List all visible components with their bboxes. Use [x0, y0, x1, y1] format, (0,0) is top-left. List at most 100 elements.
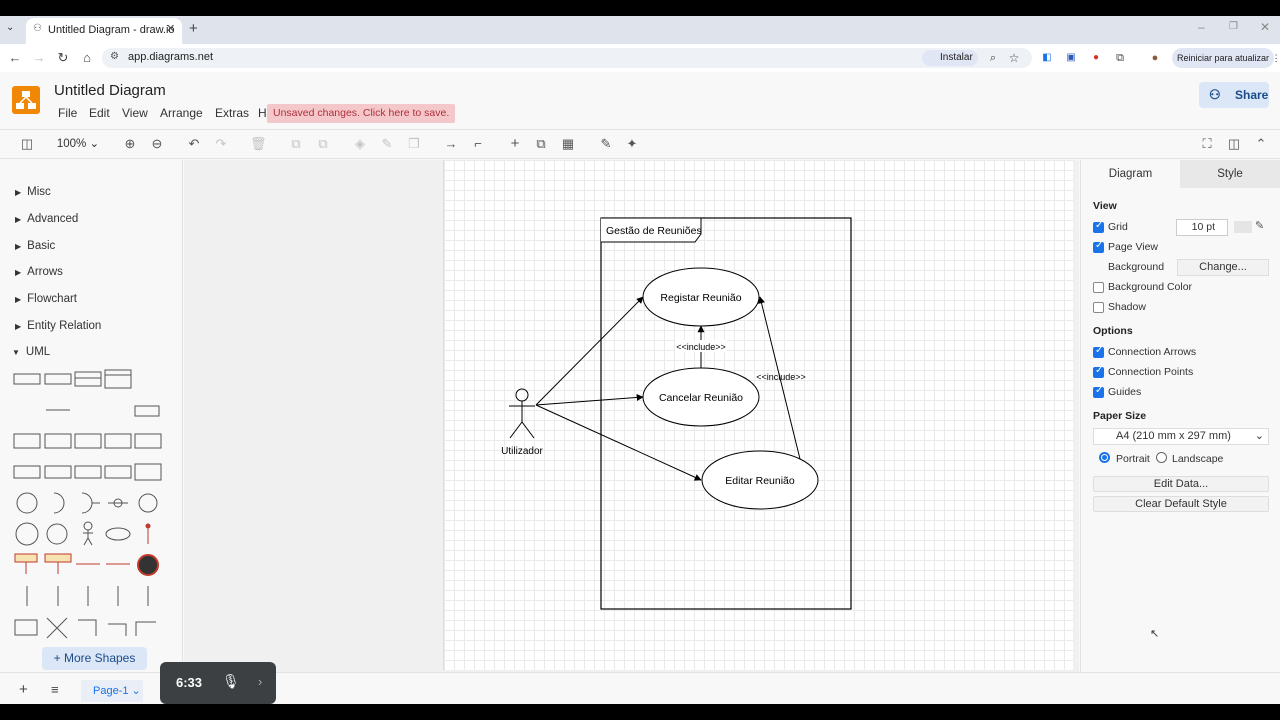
- menu-edit[interactable]: Edit: [89, 106, 110, 120]
- tab-diagram[interactable]: Diagram: [1081, 160, 1180, 188]
- magic-icon[interactable]: ✦: [624, 135, 640, 153]
- split-view-icon[interactable]: ◫: [1226, 135, 1242, 153]
- waypoints-icon[interactable]: ⌐: [469, 135, 487, 153]
- recorder-time: 6:33: [176, 675, 203, 690]
- category-flowchart[interactable]: ▶ Flowchart: [15, 293, 77, 305]
- shape-package: [134, 405, 160, 417]
- category-advanced[interactable]: ▶ Advanced: [15, 213, 78, 225]
- undo-icon[interactable]: ↶: [186, 135, 202, 153]
- extension-badge-icon[interactable]: ●: [1088, 50, 1104, 66]
- zoom-icon[interactable]: ⌕: [985, 50, 1001, 66]
- edit-color-icon[interactable]: ✎: [1255, 219, 1264, 232]
- more-shapes-label: More Shapes: [63, 651, 136, 665]
- shape-msg-2: [108, 623, 127, 636]
- shape-final-state: [137, 554, 159, 576]
- shapes-icon[interactable]: ⧉: [533, 135, 549, 153]
- uml-shape-palette[interactable]: [10, 366, 170, 642]
- paper-size-select[interactable]: A4 (210 mm x 297 mm) ⌄: [1093, 428, 1269, 445]
- portrait-radio[interactable]: [1099, 452, 1110, 463]
- grid-size-input[interactable]: 10 pt: [1176, 219, 1228, 236]
- connection-style-icon[interactable]: →: [442, 135, 460, 153]
- menu-extras[interactable]: Extras: [215, 106, 249, 120]
- fullscreen-icon[interactable]: ⛶: [1199, 135, 1215, 153]
- category-uml[interactable]: ▼ UML: [12, 346, 50, 358]
- actor-label: Utilizador: [501, 446, 543, 457]
- background-color-checkbox[interactable]: [1093, 282, 1104, 293]
- category-entity-relation[interactable]: ▶ Entity Relation: [15, 320, 101, 332]
- tab-style[interactable]: Style: [1180, 160, 1280, 188]
- back-icon[interactable]: ←: [7, 50, 23, 66]
- zoom-select[interactable]: 100% ⌄: [56, 135, 100, 153]
- profile-avatar[interactable]: ●: [1147, 50, 1163, 66]
- site-info-icon[interactable]: ⚙: [110, 51, 119, 62]
- grid-checkbox[interactable]: [1093, 220, 1104, 233]
- zoom-out-icon[interactable]: ⊖: [149, 135, 165, 153]
- edit-data-button[interactable]: Edit Data...: [1093, 476, 1269, 492]
- change-background-button[interactable]: Change...: [1177, 259, 1269, 276]
- bookmark-star-icon[interactable]: ☆: [1006, 50, 1022, 66]
- microphone-icon[interactable]: 🎙: [222, 673, 240, 690]
- home-icon[interactable]: ⌂: [79, 50, 95, 66]
- add-page-icon[interactable]: +: [19, 681, 28, 698]
- menu-arrange[interactable]: Arrange: [160, 106, 203, 120]
- clear-default-style-button[interactable]: Clear Default Style: [1093, 496, 1269, 512]
- reload-icon[interactable]: ↻: [55, 50, 71, 66]
- grid-color-swatch[interactable]: [1234, 221, 1252, 233]
- menu-view[interactable]: View: [122, 106, 148, 120]
- url-field[interactable]: ⚙ app.diagrams.net: [102, 48, 1032, 68]
- pages-menu-icon[interactable]: ≡: [51, 682, 59, 697]
- browser-tab[interactable]: ⚇ Untitled Diagram - draw.io ✕: [26, 18, 182, 44]
- usecase-editar-label: Editar Reunião: [725, 475, 795, 487]
- menu-file[interactable]: File: [58, 106, 77, 120]
- share-button[interactable]: ⚇ Share: [1199, 82, 1269, 108]
- restart-update-button[interactable]: Reiniciar para atualizar ⋮: [1172, 48, 1280, 68]
- extensions-puzzle-icon[interactable]: ⧉: [1112, 50, 1128, 66]
- zoom-value: 100%: [56, 138, 87, 150]
- category-arrows[interactable]: ▶ Arrows: [15, 266, 63, 278]
- unsaved-changes-notice[interactable]: Unsaved changes. Click here to save.: [267, 104, 456, 123]
- shadow-icon[interactable]: ❐: [406, 135, 422, 153]
- to-front-icon[interactable]: ⧉: [288, 135, 304, 153]
- fill-color-icon[interactable]: ◈: [352, 135, 368, 153]
- drawio-logo: [12, 86, 40, 114]
- minimize-icon[interactable]: –: [1198, 20, 1205, 34]
- translate-extension-icon[interactable]: ◧: [1039, 50, 1055, 66]
- new-tab-icon[interactable]: +: [189, 20, 198, 37]
- diagram-canvas[interactable]: Gestão de Reuniões Utilizador Registar R…: [443, 160, 1073, 670]
- page-tab[interactable]: Page-1 ⌄: [81, 680, 143, 702]
- document-title[interactable]: Untitled Diagram: [54, 82, 166, 99]
- association-cancelar: [535, 393, 644, 406]
- update-label: Reiniciar para atualizar: [1177, 53, 1270, 63]
- forward-icon[interactable]: →: [31, 50, 47, 66]
- insert-icon[interactable]: +: [507, 135, 523, 153]
- format-panel-toggle-icon[interactable]: ◫: [19, 135, 35, 153]
- install-button[interactable]: Instalar: [922, 50, 978, 66]
- freehand-icon[interactable]: ✎: [598, 135, 614, 153]
- close-window-icon[interactable]: ✕: [1260, 20, 1270, 34]
- extension-icon[interactable]: ▣: [1063, 50, 1079, 66]
- page-view-checkbox[interactable]: [1093, 240, 1104, 253]
- actor-utilizador: [509, 388, 535, 439]
- category-misc[interactable]: ▶ Misc: [15, 186, 51, 198]
- close-tab-icon[interactable]: ✕: [166, 22, 175, 35]
- chevron-right-icon[interactable]: ›: [258, 674, 262, 689]
- maximize-icon[interactable]: ❐: [1229, 21, 1238, 32]
- category-basic[interactable]: ▶ Basic: [15, 240, 55, 252]
- line-color-icon[interactable]: ✎: [379, 135, 395, 153]
- shape-provided: [81, 492, 100, 514]
- landscape-radio[interactable]: [1156, 452, 1167, 463]
- connection-points-checkbox[interactable]: [1093, 365, 1104, 378]
- redo-icon[interactable]: ↷: [213, 135, 229, 153]
- more-shapes-button[interactable]: + More Shapes: [42, 647, 147, 670]
- expand-arrow-icon: ▶: [15, 268, 22, 277]
- guides-checkbox[interactable]: [1093, 385, 1104, 398]
- delete-icon[interactable]: 🗑: [250, 135, 267, 153]
- to-back-icon[interactable]: ⧉: [315, 135, 331, 153]
- zoom-in-icon[interactable]: ⊕: [122, 135, 138, 153]
- tab-list-icon[interactable]: ⌄: [6, 22, 14, 33]
- grid-size-value: 10 pt: [1191, 221, 1215, 233]
- table-icon[interactable]: ▦: [560, 135, 576, 153]
- shadow-checkbox[interactable]: [1093, 302, 1104, 313]
- connection-arrows-checkbox[interactable]: [1093, 345, 1104, 358]
- collapse-icon[interactable]: ⌃: [1253, 135, 1269, 153]
